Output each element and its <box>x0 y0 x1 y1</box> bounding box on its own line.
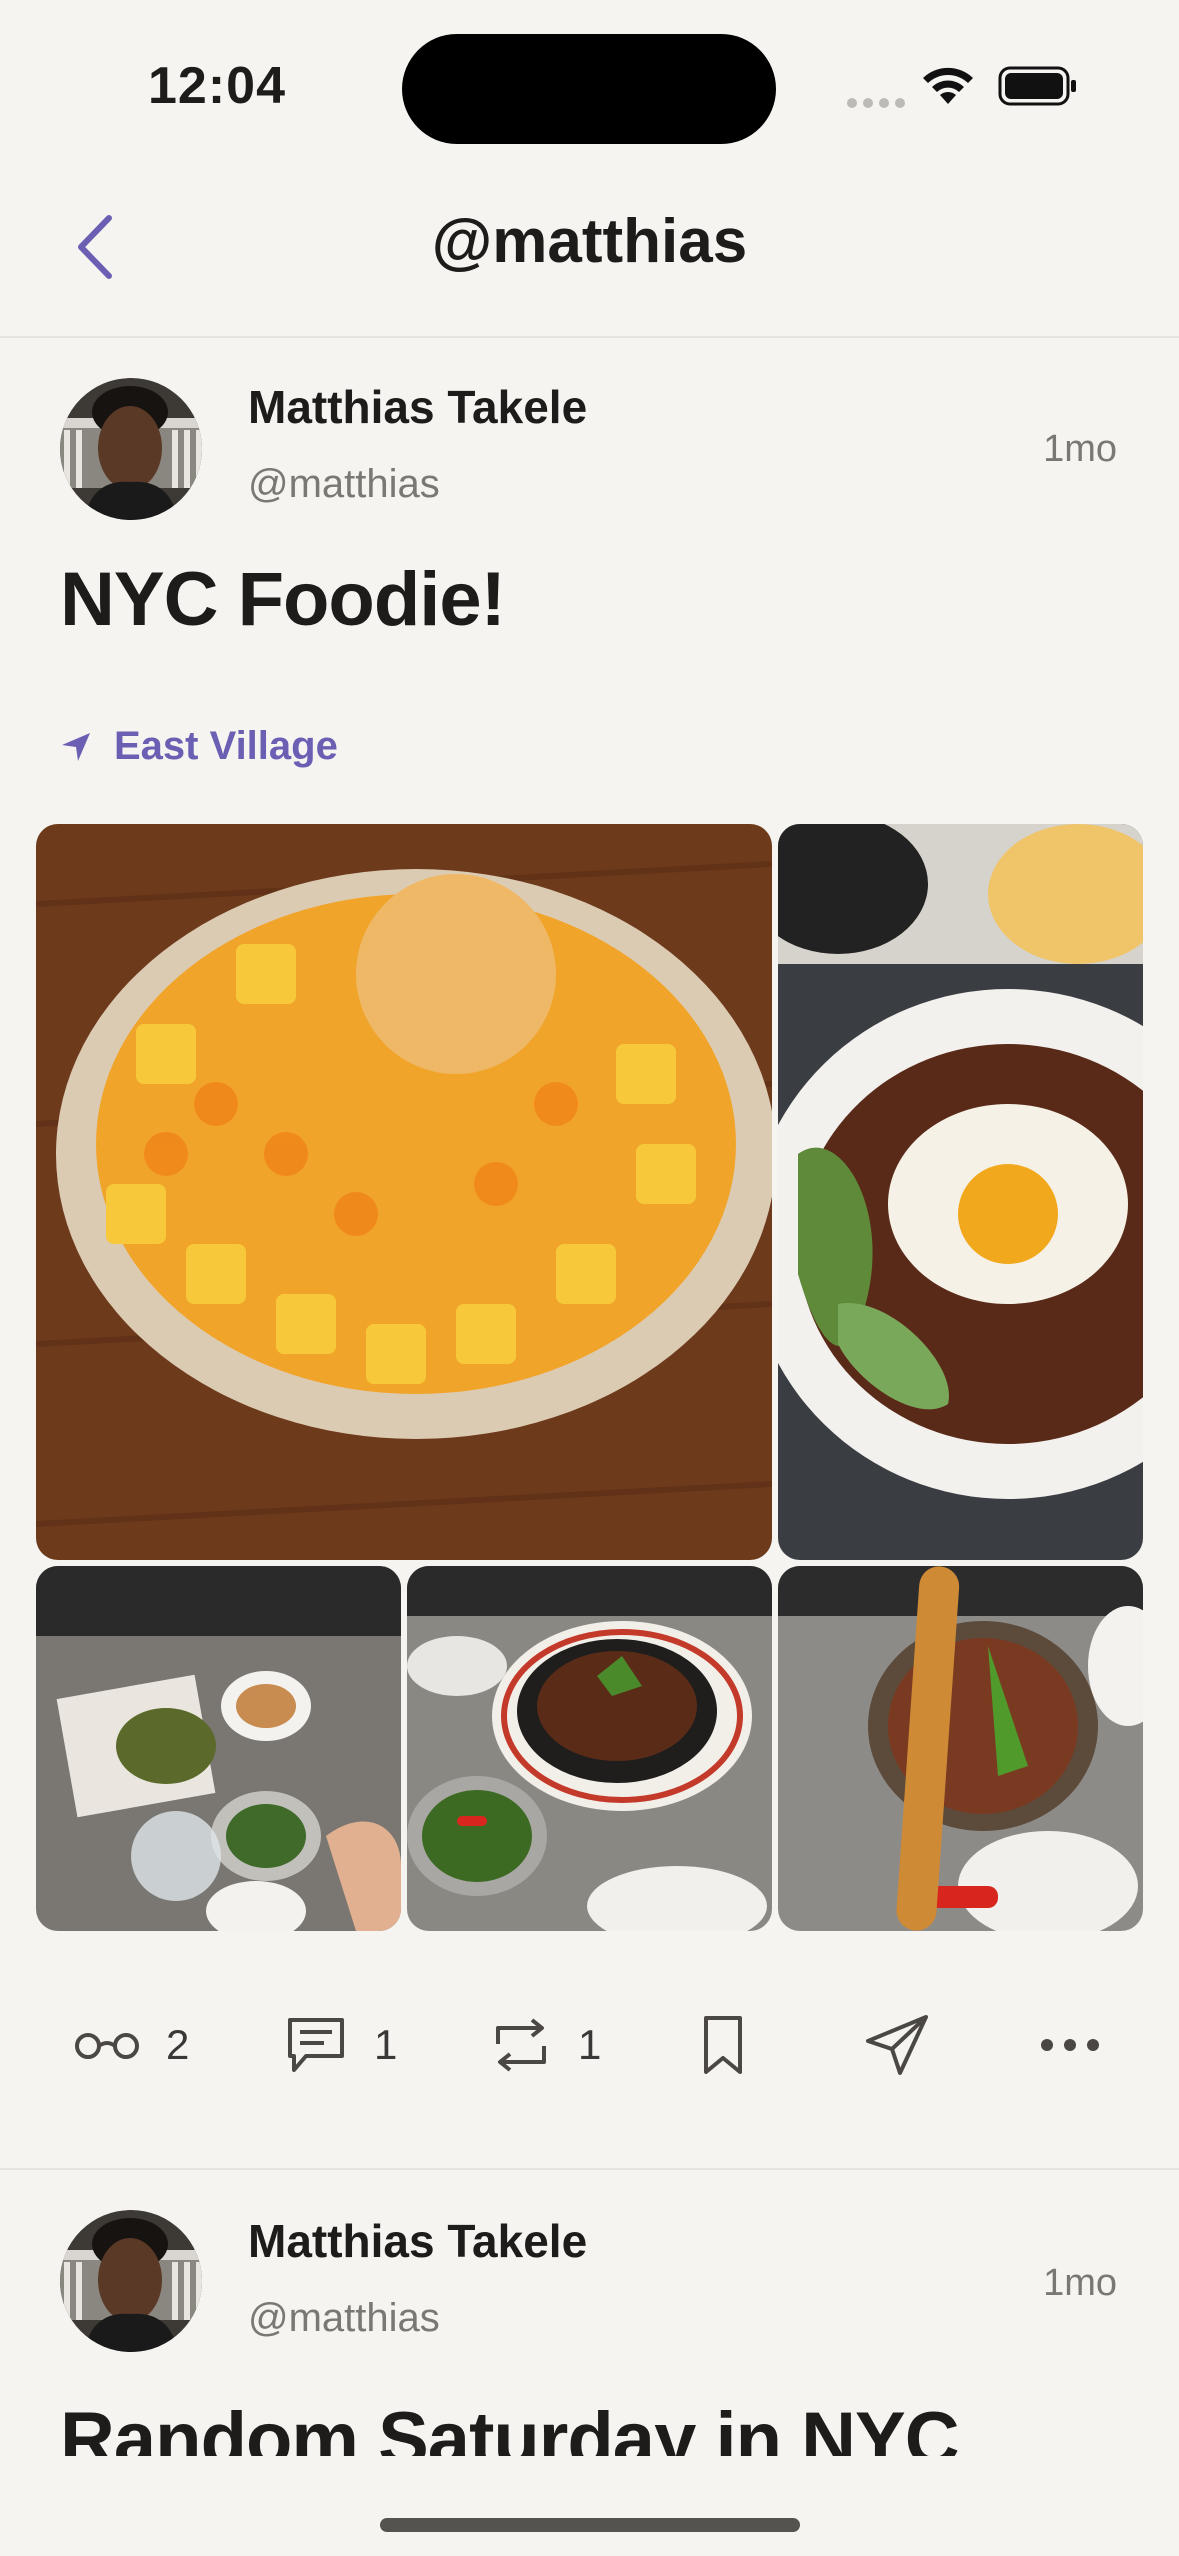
status-time: 12:04 <box>148 57 286 115</box>
reposts-count: 1 <box>578 2021 602 2068</box>
location-arrow-icon <box>62 732 90 761</box>
location-label: East Village <box>114 724 338 768</box>
post-divider <box>0 2168 1179 2170</box>
more-options-button[interactable] <box>1040 1990 1100 2100</box>
post-time: 1mo <box>1043 428 1117 470</box>
comment-icon <box>288 2018 344 2072</box>
header-divider <box>0 336 1179 338</box>
repost-icon <box>496 2018 546 2072</box>
location-tag[interactable]: East Village <box>60 724 338 769</box>
post-title: NYC Foodie! <box>60 557 506 642</box>
more-dots-icon <box>1041 2039 1099 2051</box>
post-time: 1mo <box>1043 2262 1117 2304</box>
photo-stir-fry-skillet[interactable] <box>407 1566 772 1931</box>
photo-mango-shaved-ice[interactable] <box>36 824 772 1560</box>
photo-table-spread[interactable] <box>36 1566 401 1931</box>
post-action-bar: 2 1 1 <box>0 1990 1179 2100</box>
page-title: @matthias <box>431 207 748 276</box>
post-title-clip: Random Saturday in NYC <box>0 2380 1179 2456</box>
wifi-icon <box>923 67 973 104</box>
cellular-signal-icon <box>847 98 905 108</box>
share-button[interactable] <box>864 1990 930 2100</box>
avatar[interactable] <box>60 378 202 520</box>
author-name[interactable]: Matthias Takele <box>248 2214 587 2268</box>
dynamic-island <box>402 34 776 144</box>
author-name[interactable]: Matthias Takele <box>248 380 587 434</box>
views-button[interactable]: 2 <box>74 1990 189 2100</box>
home-indicator[interactable] <box>380 2518 800 2532</box>
author-handle[interactable]: @matthias <box>248 462 440 507</box>
glasses-icon <box>75 2033 139 2059</box>
author-handle[interactable]: @matthias <box>248 2296 440 2341</box>
photo-youtiao-soup[interactable] <box>778 1566 1143 1931</box>
battery-icon <box>998 66 1076 106</box>
comments-button[interactable]: 1 <box>284 1990 397 2100</box>
bookmark-button[interactable] <box>702 1990 744 2100</box>
avatar[interactable] <box>60 2210 202 2352</box>
post-title: Random Saturday in NYC <box>60 2397 960 2456</box>
views-count: 2 <box>166 2021 190 2068</box>
send-icon <box>866 2015 928 2075</box>
repost-button[interactable]: 1 <box>490 1990 601 2100</box>
comments-count: 1 <box>374 2021 398 2068</box>
photo-noodles-with-egg[interactable] <box>778 824 1143 1560</box>
bookmark-icon <box>704 2016 742 2074</box>
